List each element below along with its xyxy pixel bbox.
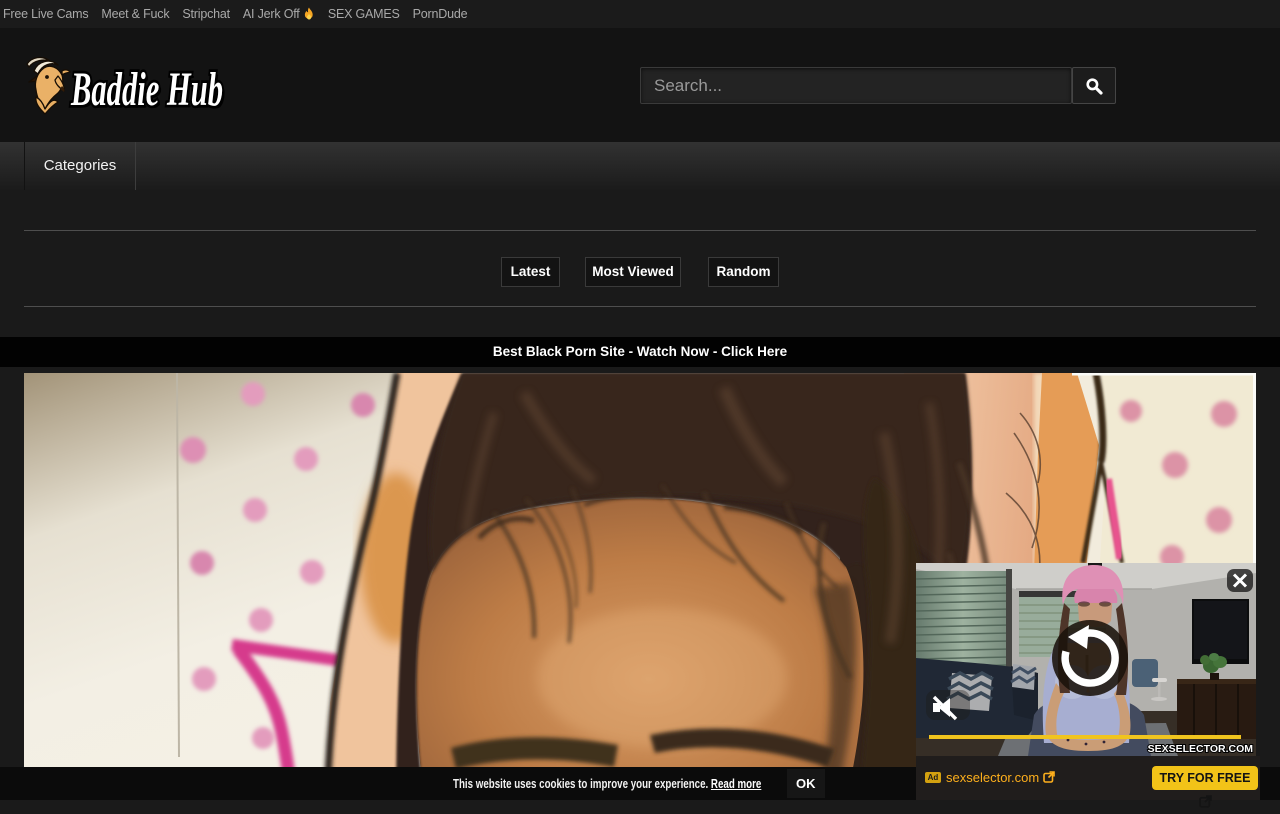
svg-text:Baddie Hub: Baddie Hub (70, 63, 223, 116)
svg-text:SEXSELECTOR.COM: SEXSELECTOR.COM (1148, 743, 1254, 755)
